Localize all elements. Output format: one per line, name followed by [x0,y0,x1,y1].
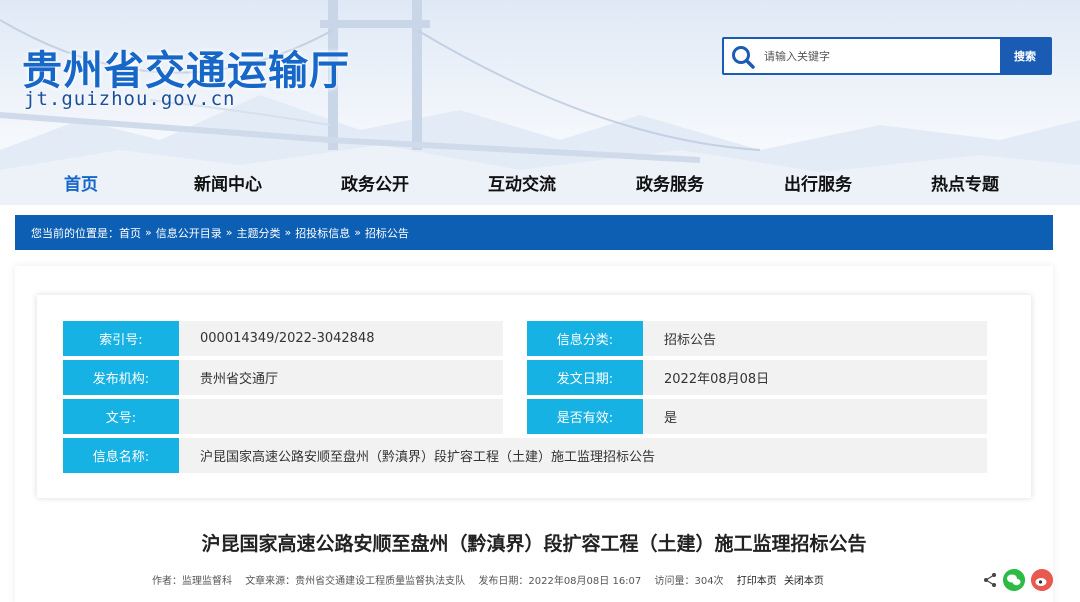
info-row-publisher: 发布机构: 贵州省交通厅 [63,360,503,395]
share-icon[interactable] [982,572,998,588]
article-publish-date: 发布日期：2022年08月08日 16:07 [478,576,642,587]
nav-item-news[interactable]: 新闻中心 [194,170,262,195]
weibo-share-icon[interactable] [1031,569,1053,591]
breadcrumb-item-home[interactable]: 首页 [119,225,141,241]
print-page-link[interactable]: 打印本页 [737,576,777,587]
breadcrumb-prefix: 您当前的位置是： [31,226,119,240]
nav-item-topics[interactable]: 热点专题 [931,170,999,195]
info-label: 信息名称: [63,438,179,473]
info-value: 000014349/2022-3042848 [200,331,375,346]
info-row-index: 索引号: 000014349/2022-3042848 [63,321,503,356]
nav-item-travel[interactable]: 出行服务 [784,170,852,195]
breadcrumb-separator: » [145,226,152,239]
info-value: 2022年08月08日 [664,372,770,387]
search-button[interactable]: 搜索 [1000,39,1050,73]
breadcrumb-item-tender-notice[interactable]: 招标公告 [365,225,409,241]
article-title: 沪昆国家高速公路安顺至盘州（黔滇界）段扩容工程（土建）施工监理招标公告 [201,533,867,555]
nav-item-home[interactable]: 首页 [64,170,98,195]
search-icon[interactable] [730,44,756,70]
info-value: 招标公告 [664,333,717,348]
info-label: 索引号: [63,321,179,356]
breadcrumb-separator: » [225,226,233,239]
article-meta: 作者：监理监督科 文章来源：贵州省交通建设工程质量监督执法支队 发布日期：202… [152,572,828,587]
breadcrumb: 您当前的位置是： 首页 » 信息公开目录 » 主题分类 » 招投标信息 » 招标… [15,215,1053,250]
info-row-docno: 文号: [63,399,503,434]
breadcrumb-item-subject[interactable]: 主题分类 [236,225,280,241]
info-label: 文号: [63,399,179,434]
info-row-valid: 是否有效: 是 [527,399,987,434]
wechat-share-icon[interactable] [1003,569,1025,591]
close-page-link[interactable]: 关闭本页 [784,576,824,587]
info-table: 索引号: 000014349/2022-3042848 信息分类: 招标公告 发… [37,295,1031,498]
search-input[interactable] [764,45,994,67]
info-label: 发文日期: [527,360,643,395]
breadcrumb-separator: » [354,226,361,239]
search-box: 搜索 [722,37,1052,75]
info-label: 信息分类: [527,321,643,356]
nav-item-services[interactable]: 政务服务 [636,170,704,195]
article-author: 作者：监理监督科 [152,576,232,587]
info-value: 贵州省交通厅 [200,372,279,387]
info-label: 是否有效: [527,399,643,434]
breadcrumb-item-bidding[interactable]: 招投标信息 [295,225,350,241]
info-label: 发布机构: [63,360,179,395]
content-panel: 索引号: 000014349/2022-3042848 信息分类: 招标公告 发… [15,266,1053,602]
nav-item-interaction[interactable]: 互动交流 [488,170,556,195]
breadcrumb-separator: » [284,226,292,239]
breadcrumb-item-catalog[interactable]: 信息公开目录 [156,225,222,241]
info-row-name: 信息名称: 沪昆国家高速公路安顺至盘州（黔滇界）段扩容工程（土建）施工监理招标公… [63,438,987,473]
info-row-date: 发文日期: 2022年08月08日 [527,360,987,395]
info-value: 是 [664,411,678,426]
article-views: 访问量：304次 [654,576,724,587]
site-domain: jt.guizhou.gov.cn [24,88,236,110]
article-source: 文章来源：贵州省交通建设工程质量监督执法支队 [245,576,466,587]
nav-item-government-affairs[interactable]: 政务公开 [341,170,409,195]
main-nav: 首页 新闻中心 政务公开 互动交流 政务服务 出行服务 热点专题 [0,160,1080,204]
info-row-category: 信息分类: 招标公告 [527,321,987,356]
info-value: 沪昆国家高速公路安顺至盘州（黔滇界）段扩容工程（土建）施工监理招标公告 [200,450,656,465]
